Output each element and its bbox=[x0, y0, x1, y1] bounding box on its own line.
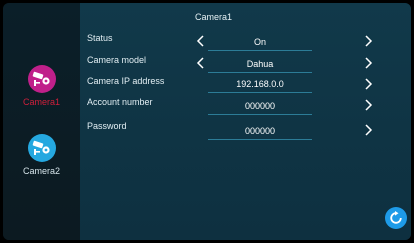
cctv-camera-gear-icon bbox=[32, 140, 50, 155]
camera-ip-underline bbox=[208, 92, 312, 93]
password-value[interactable]: 000000 bbox=[208, 126, 312, 136]
password-label: Password bbox=[87, 121, 127, 131]
refresh-button[interactable] bbox=[385, 207, 407, 229]
camera-sidebar: Camera1 Camera2 bbox=[3, 3, 80, 240]
chevron-left-icon bbox=[196, 57, 204, 69]
account-number-next-button[interactable] bbox=[361, 97, 375, 113]
account-number-label: Account number bbox=[87, 97, 153, 107]
camera1-disc bbox=[27, 65, 56, 93]
chevron-right-icon bbox=[365, 35, 373, 47]
camera-model-next-button[interactable] bbox=[361, 55, 375, 71]
status-prev-button[interactable] bbox=[194, 33, 208, 49]
account-number-value[interactable]: 000000 bbox=[208, 101, 312, 111]
camera-ip-value[interactable]: 192.168.0.0 bbox=[208, 79, 312, 89]
sidebar-item-camera1[interactable]: Camera1 bbox=[3, 65, 80, 107]
camera-ip-label: Camera IP address bbox=[87, 76, 165, 86]
account-number-underline bbox=[208, 114, 312, 115]
camera-model-value: Dahua bbox=[246, 59, 274, 69]
camera-settings-screen: Camera1 Camera2 Camera1 Status On Camera… bbox=[3, 3, 411, 240]
chevron-right-icon bbox=[365, 57, 373, 69]
settings-panel: Camera1 Status On Camera model Dahua Cam… bbox=[80, 3, 411, 240]
password-underline bbox=[208, 139, 312, 140]
camera2-disc bbox=[27, 134, 56, 162]
camera-ip-next-button[interactable] bbox=[361, 76, 375, 92]
sidebar-item-camera2[interactable]: Camera2 bbox=[3, 134, 80, 176]
sidebar-item-label: Camera2 bbox=[22, 166, 60, 176]
status-underline bbox=[208, 50, 312, 51]
chevron-right-icon bbox=[365, 78, 373, 90]
camera-model-underline bbox=[208, 72, 312, 73]
refresh-icon bbox=[390, 211, 402, 224]
cctv-camera-gear-icon bbox=[32, 71, 50, 86]
camera-model-label: Camera model bbox=[87, 55, 147, 65]
chevron-right-icon bbox=[365, 124, 373, 136]
password-next-button[interactable] bbox=[361, 122, 375, 138]
chevron-right-icon bbox=[365, 99, 373, 111]
status-next-button[interactable] bbox=[361, 33, 375, 49]
page-title: Camera1 bbox=[195, 12, 233, 22]
status-value: On bbox=[253, 37, 266, 47]
sidebar-item-label: Camera1 bbox=[22, 97, 60, 107]
camera-model-prev-button[interactable] bbox=[194, 55, 208, 71]
chevron-left-icon bbox=[196, 35, 204, 47]
status-label: Status bbox=[87, 33, 113, 43]
